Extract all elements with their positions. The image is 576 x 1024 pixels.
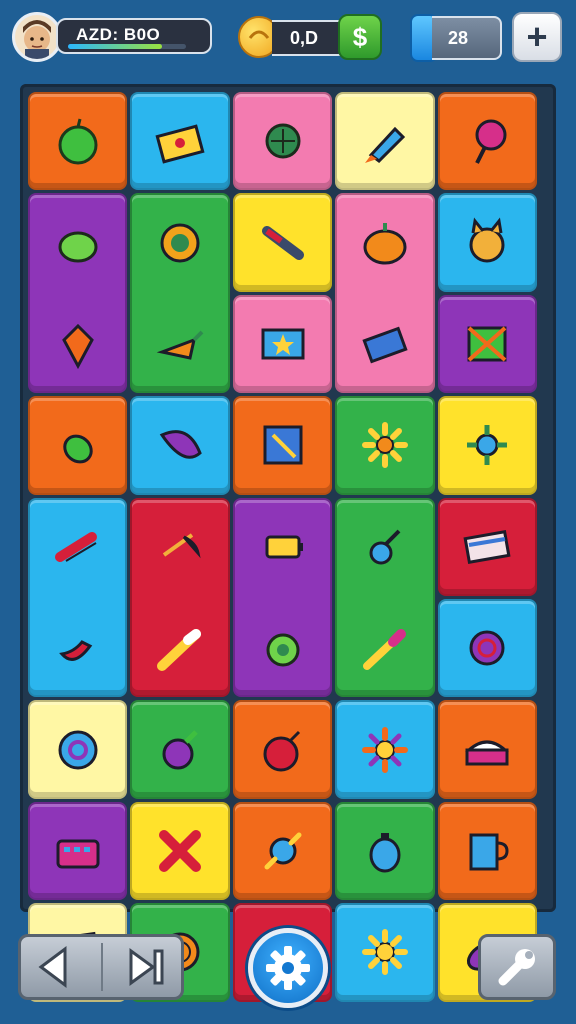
crossed-flag-icon	[455, 312, 519, 376]
rocket-icon	[353, 109, 417, 173]
swirl-candy-icon	[455, 616, 519, 680]
cake-icon	[455, 718, 519, 782]
cat-face-icon	[455, 211, 519, 275]
bottom-bar	[0, 920, 576, 1024]
chili-icon	[46, 616, 110, 680]
blue-star-icon	[251, 819, 315, 883]
apple-icon	[46, 109, 110, 173]
xp-bar-fill	[68, 44, 163, 49]
pumpkin-icon	[353, 211, 417, 275]
green-turtle-icon	[251, 616, 315, 680]
comb-icon	[46, 515, 110, 579]
player-avatar[interactable]	[12, 12, 62, 62]
gear-icon	[148, 211, 212, 275]
knife-icon	[251, 211, 315, 275]
brush-icon	[353, 616, 417, 680]
alarm-clock-icon	[353, 819, 417, 883]
navigation-buttons	[18, 934, 184, 1000]
phone-icon	[353, 312, 417, 376]
player-label: AZD: B0O	[76, 25, 161, 44]
skip-forward-icon	[129, 948, 164, 986]
player-name-bar: AZD: B0O	[56, 18, 212, 54]
flask-icon	[353, 515, 417, 579]
bottle-icon	[46, 413, 110, 477]
kite-icon	[46, 312, 110, 376]
previous-button[interactable]	[21, 937, 101, 997]
coin-value: 0,D	[290, 28, 319, 48]
blue-flower-icon	[455, 413, 519, 477]
top-bar: AZD: B0O 0,D $ 28 +	[0, 0, 576, 78]
pen-icon	[148, 616, 212, 680]
mug-icon	[455, 819, 519, 883]
treasure-chest-icon	[148, 109, 212, 173]
star-card-icon	[251, 312, 315, 376]
gem-value: 28	[448, 28, 469, 48]
coin-counter: 0,D	[272, 20, 346, 56]
green-apple-icon	[46, 211, 110, 275]
paint-frame-icon	[251, 413, 315, 477]
bomb-icon	[251, 718, 315, 782]
lollipop-icon	[455, 109, 519, 173]
sun-icon	[353, 718, 417, 782]
battery-icon	[251, 515, 315, 579]
turtle-shell-icon	[251, 109, 315, 173]
swirl-icon	[46, 718, 110, 782]
keyboard-icon	[46, 819, 110, 883]
next-button[interactable]	[103, 937, 183, 997]
beet-icon	[148, 718, 212, 782]
carrot-icon	[148, 312, 212, 376]
xp-bar	[68, 44, 186, 49]
umbrella-icon	[148, 515, 212, 579]
settings-gear-icon	[266, 946, 310, 990]
center-settings-button[interactable]	[248, 928, 328, 1008]
left-arrow-icon	[38, 946, 67, 988]
game-board	[20, 84, 556, 1002]
gem-counter: 28	[432, 16, 502, 60]
add-button[interactable]: +	[512, 12, 562, 62]
cone-icon	[148, 413, 212, 477]
add-coins-button[interactable]: $	[338, 14, 382, 60]
tools-button[interactable]	[478, 934, 556, 1000]
x-mark-icon	[148, 819, 212, 883]
avatar-face-icon	[23, 20, 51, 59]
wrench-icon	[498, 949, 535, 986]
stripe-card-icon	[455, 515, 519, 579]
sunflower-icon	[353, 413, 417, 477]
